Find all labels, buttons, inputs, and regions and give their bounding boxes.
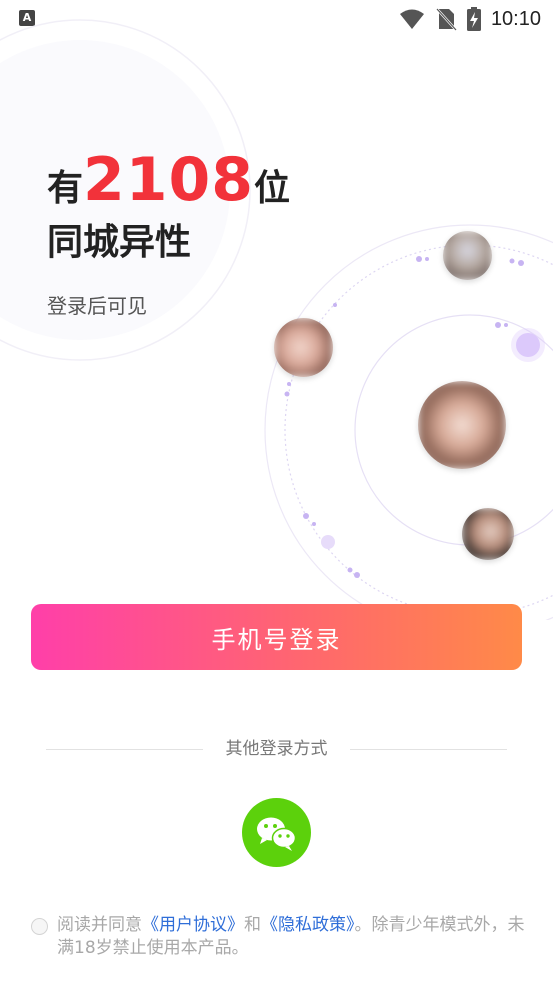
wechat-login-button[interactable] — [242, 798, 311, 867]
headline: 有2108位 同城异性 — [47, 150, 290, 269]
avatar — [418, 381, 506, 469]
avatar — [274, 318, 333, 377]
nearby-count: 2108 — [83, 145, 255, 215]
agreement-text: 阅读并同意《用户协议》和《隐私政策》。除青少年模式外，未满18岁禁止使用本产品。 — [57, 915, 525, 958]
status-bar: A 10:10 — [0, 0, 553, 38]
agreement-checkbox[interactable] — [31, 918, 48, 935]
status-icons: 10:10 — [399, 6, 541, 32]
privacy-policy-link[interactable]: 《隐私政策》 — [261, 915, 355, 935]
avatar — [443, 231, 492, 280]
battery-charging-icon — [466, 7, 481, 31]
headline-line-1: 有2108位 — [47, 145, 291, 215]
wifi-icon — [399, 9, 424, 29]
phone-login-button[interactable]: 手机号登录 — [31, 604, 522, 670]
headline-line-2: 同城异性 — [47, 222, 192, 263]
other-login-divider: 其他登录方式 — [46, 736, 507, 762]
headline-subtitle: 登录后可见 — [47, 294, 147, 318]
wechat-icon — [257, 817, 297, 851]
avatar — [462, 508, 514, 560]
divider-line — [350, 749, 507, 750]
no-sim-icon — [436, 8, 457, 31]
user-agreement-link[interactable]: 《用户协议》 — [142, 915, 244, 935]
app-notification-icon: A — [19, 10, 35, 26]
agreement: 阅读并同意《用户协议》和《隐私政策》。除青少年模式外，未满18岁禁止使用本产品。 — [31, 914, 526, 960]
clock: 10:10 — [490, 7, 541, 30]
